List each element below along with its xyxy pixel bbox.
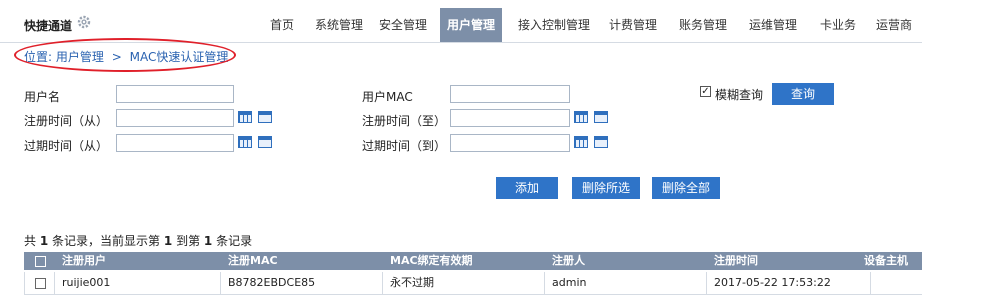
col-header-user[interactable]: 注册用户 (62, 252, 106, 270)
col-header-registrar[interactable]: 注册人 (552, 252, 585, 270)
nav-item-access-control[interactable]: 接入控制管理 (514, 8, 594, 42)
record-summary: 共 1 条记录，当前显示第 1 到第 1 条记录 (24, 232, 252, 249)
nav-item-operations[interactable]: 运维管理 (748, 8, 798, 42)
annotation-ellipse (14, 38, 236, 72)
cell-divider (220, 272, 221, 294)
calendar-icon[interactable] (574, 136, 588, 148)
fuzzy-query-label: 模糊查询 (715, 88, 764, 102)
col-header-register-time[interactable]: 注册时间 (714, 252, 758, 270)
expire-from-label: 过期时间（从） (24, 139, 109, 153)
gear-icon[interactable] (76, 14, 92, 30)
cell-divider (24, 272, 25, 294)
nav-item-home[interactable]: 首页 (264, 8, 300, 42)
record-to: 1 (203, 234, 213, 248)
register-to-label: 注册时间（至） (362, 114, 447, 128)
page: 快捷通道 首页 系统管理 安全管理 用户管理 接入控制管理 计费管理 账务管理 … (0, 0, 922, 307)
register-from-label: 注册时间（从） (24, 114, 109, 128)
calendar-clear-icon[interactable] (594, 111, 608, 123)
record-from: 1 (163, 234, 173, 248)
cell-divider (544, 272, 545, 294)
cell-register-time: 2017-05-22 17:53:22 (714, 276, 831, 289)
col-header-mac[interactable]: 注册MAC (228, 252, 278, 270)
row-checkbox[interactable] (35, 278, 46, 289)
expire-to-input[interactable] (450, 134, 570, 152)
fuzzy-query-checkbox[interactable]: ✓ (700, 86, 711, 97)
col-header-binding-validity[interactable]: MAC绑定有效期 (390, 252, 473, 270)
calendar-clear-icon[interactable] (594, 136, 608, 148)
calendar-icon[interactable] (574, 111, 588, 123)
calendar-icon[interactable] (238, 111, 252, 123)
cell-registrar: admin (552, 276, 587, 289)
calendar-clear-icon[interactable] (258, 111, 272, 123)
nav-item-user-management[interactable]: 用户管理 (440, 8, 502, 42)
mac-label: 用户MAC (362, 90, 413, 104)
cell-binding-validity: 永不过期 (390, 276, 434, 289)
search-button[interactable]: 查询 (772, 83, 834, 105)
record-summary-text: 共 (24, 234, 37, 248)
quick-access-label[interactable]: 快捷通道 (24, 17, 72, 34)
delete-selected-button[interactable]: 删除所选 (572, 177, 640, 199)
cell-divider (54, 272, 55, 294)
nav-item-billing[interactable]: 计费管理 (608, 8, 658, 42)
delete-all-button[interactable]: 删除全部 (652, 177, 720, 199)
username-input[interactable] (116, 85, 234, 103)
record-summary-text: 条记录 (216, 234, 253, 248)
cell-divider (706, 272, 707, 294)
cell-divider (382, 272, 383, 294)
cell-user: ruijie001 (62, 276, 111, 289)
add-button[interactable]: 添加 (496, 177, 558, 199)
table-row[interactable]: ruijie001 B8782EBDCE85 永不过期 admin 2017-0… (24, 272, 922, 295)
register-from-input[interactable] (116, 109, 234, 127)
cell-mac: B8782EBDCE85 (228, 276, 316, 289)
calendar-clear-icon[interactable] (258, 136, 272, 148)
nav-item-security[interactable]: 安全管理 (378, 8, 428, 42)
nav-item-accounts[interactable]: 账务管理 (678, 8, 728, 42)
record-summary-text: 条记录，当前显示第 (52, 234, 161, 248)
mac-input[interactable] (450, 85, 570, 103)
table-header: 注册用户 注册MAC MAC绑定有效期 注册人 注册时间 设备主机 (24, 252, 922, 270)
register-to-input[interactable] (450, 109, 570, 127)
record-summary-text: 到第 (176, 234, 201, 248)
calendar-icon[interactable] (238, 136, 252, 148)
cell-divider (870, 272, 871, 294)
nav-item-system[interactable]: 系统管理 (314, 8, 364, 42)
expire-to-label: 过期时间（到） (362, 139, 447, 153)
nav-item-card-business[interactable]: 卡业务 (818, 8, 858, 42)
username-label: 用户名 (24, 90, 61, 104)
col-header-device-host[interactable]: 设备主机 (864, 252, 908, 270)
record-total: 1 (39, 234, 49, 248)
expire-from-input[interactable] (116, 134, 234, 152)
nav-item-carrier[interactable]: 运营商 (874, 8, 914, 42)
select-all-checkbox[interactable] (35, 256, 46, 267)
